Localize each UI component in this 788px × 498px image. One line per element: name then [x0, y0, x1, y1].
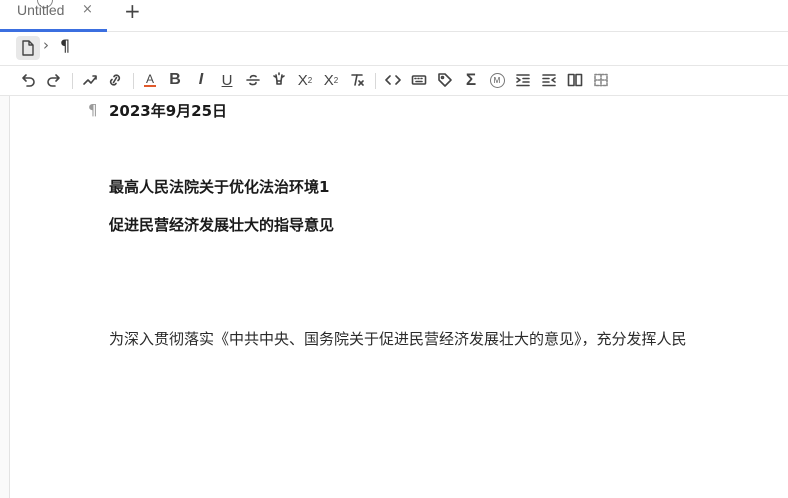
marker-icon[interactable]: [268, 69, 290, 91]
underline-icon[interactable]: U: [216, 69, 238, 91]
left-gutter: [0, 96, 10, 498]
close-icon[interactable]: ×: [82, 2, 93, 17]
tab-bar: Untitled × +: [0, 0, 788, 32]
keyboard-icon[interactable]: [408, 69, 430, 91]
new-tab-button[interactable]: +: [124, 0, 141, 23]
code-icon[interactable]: [382, 69, 404, 91]
subscript-icon[interactable]: X2: [320, 69, 342, 91]
document-title-line-1: 最高人民法院关于优化法治环境1: [109, 178, 330, 196]
bold-icon[interactable]: B: [164, 69, 186, 91]
document-date: 2023年9月25日: [109, 102, 228, 120]
table-icon[interactable]: [590, 69, 612, 91]
indent-icon[interactable]: [512, 69, 534, 91]
undo-icon[interactable]: [17, 69, 39, 91]
tag-icon[interactable]: [434, 69, 456, 91]
document-icon[interactable]: [16, 36, 40, 60]
format-toolbar: A B I U X2 X2 Σ M: [0, 66, 788, 96]
mention-icon[interactable]: M: [486, 69, 508, 91]
link-icon[interactable]: [104, 69, 126, 91]
tab-untitled[interactable]: Untitled ×: [0, 0, 107, 32]
clear-format-icon[interactable]: [346, 69, 368, 91]
tab-title: Untitled: [17, 2, 65, 18]
breadcrumb-paragraph[interactable]: ¶: [60, 36, 70, 55]
paragraph-mark[interactable]: ¶: [88, 101, 98, 119]
font-color-icon[interactable]: A: [139, 69, 161, 91]
sigma-icon[interactable]: Σ: [460, 69, 482, 91]
document-body-paragraph: 为深入贯彻落实《中共中央、国务院关于促进民营经济发展壮大的意见》，充分发挥人民: [109, 330, 687, 348]
document-editor[interactable]: ¶ 2023年9月25日 最高人民法院关于优化法治环境1 促进民营经济发展壮大的…: [10, 96, 788, 498]
document-title-line-2: 促进民营经济发展壮大的指导意见: [109, 216, 335, 234]
highlight-icon[interactable]: [79, 69, 101, 91]
outdent-icon[interactable]: [538, 69, 560, 91]
toolbar-divider: [133, 73, 134, 89]
italic-icon[interactable]: I: [190, 69, 212, 91]
breadcrumb: › ¶: [0, 32, 788, 66]
columns-icon[interactable]: [564, 69, 586, 91]
toolbar-divider: [72, 73, 73, 89]
toolbar-divider: [375, 73, 376, 89]
chevron-right-icon: ›: [43, 36, 49, 54]
superscript-icon[interactable]: X2: [294, 69, 316, 91]
redo-icon[interactable]: [43, 69, 65, 91]
strikethrough-icon[interactable]: [242, 69, 264, 91]
